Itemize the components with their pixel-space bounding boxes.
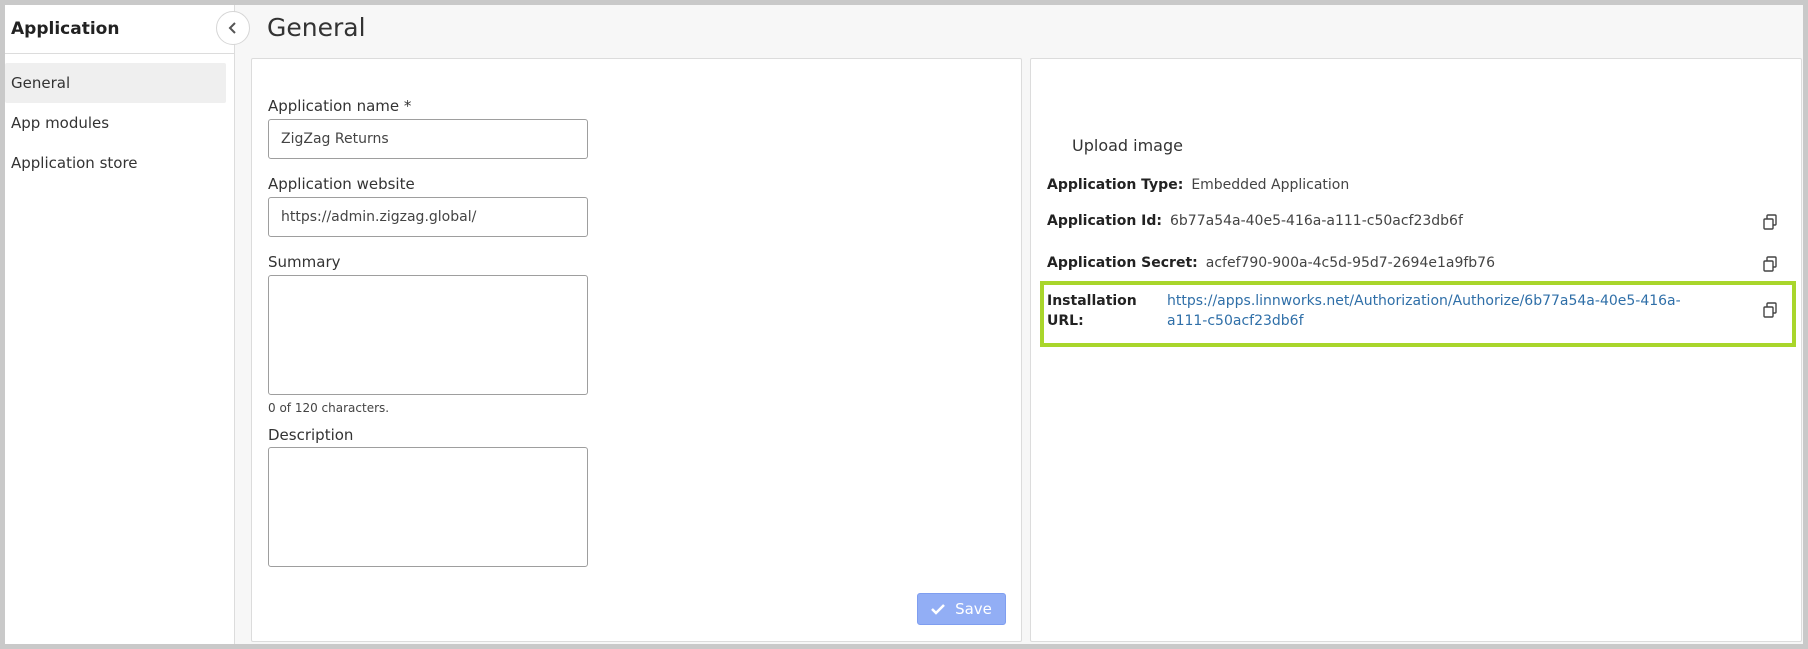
sidebar-item-app-modules[interactable]: App modules <box>5 103 226 143</box>
application-type-value: Embedded Application <box>1191 177 1350 193</box>
sidebar-divider <box>5 53 234 54</box>
sidebar-nav: General App modules Application store <box>5 63 226 183</box>
upload-image-button[interactable]: Upload image <box>1072 136 1183 155</box>
application-name-input[interactable] <box>268 119 588 159</box>
copy-icon[interactable] <box>1761 213 1779 231</box>
application-secret-value: acfef790-900a-4c5d-95d7-2694e1a9fb76 <box>1205 255 1495 271</box>
sidebar: Application General App modules Applicat… <box>5 5 235 644</box>
application-secret-row: Application Secret: acfef790-900a-4c5d-95… <box>1047 255 1495 271</box>
sidebar-item-application-store[interactable]: Application store <box>5 143 226 183</box>
check-icon <box>931 604 945 615</box>
application-website-input[interactable] <box>268 197 588 237</box>
summary-textarea[interactable] <box>268 275 588 395</box>
copy-icon[interactable] <box>1761 301 1779 319</box>
sidebar-item-general[interactable]: General <box>5 63 226 103</box>
summary-char-count: 0 of 120 characters. <box>268 401 390 415</box>
application-id-value: 6b77a54a-40e5-416a-a111-c50acf23db6f <box>1170 213 1463 229</box>
app-info-panel: Upload image Application Type: Embedded A… <box>1030 58 1802 642</box>
sidebar-title: Application <box>11 19 120 39</box>
app-window: Application General App modules Applicat… <box>5 5 1803 644</box>
application-name-label: Application name * <box>268 97 412 115</box>
description-label: Description <box>268 426 354 444</box>
application-secret-label: Application Secret: <box>1047 255 1198 271</box>
save-button-label: Save <box>955 600 992 618</box>
page-title: General <box>267 13 366 42</box>
installation-url-label: Installation URL: <box>1047 293 1137 329</box>
installation-url-link[interactable]: https://apps.linnworks.net/Authorization… <box>1167 291 1687 331</box>
application-type-label: Application Type: <box>1047 177 1184 193</box>
summary-label: Summary <box>268 253 341 271</box>
application-type-row: Application Type: Embedded Application <box>1047 177 1349 193</box>
sidebar-collapse-button[interactable] <box>216 11 250 45</box>
application-id-label: Application Id: <box>1047 213 1163 229</box>
application-website-label: Application website <box>268 175 415 193</box>
chevron-left-icon <box>228 22 236 34</box>
application-id-row: Application Id: 6b77a54a-40e5-416a-a111-c… <box>1047 213 1463 229</box>
save-button[interactable]: Save <box>917 593 1006 625</box>
copy-icon[interactable] <box>1761 255 1779 273</box>
description-textarea[interactable] <box>268 447 588 567</box>
general-form-panel: Application name * Application website S… <box>251 58 1022 642</box>
